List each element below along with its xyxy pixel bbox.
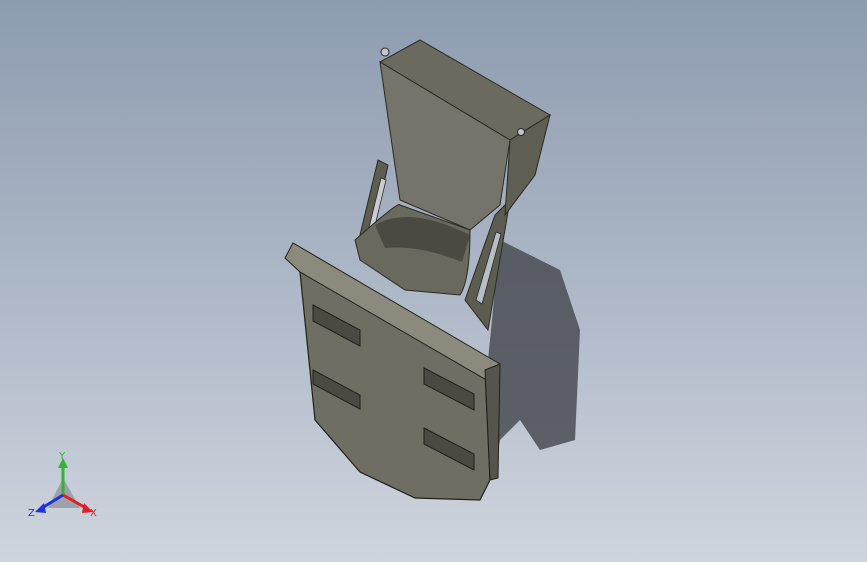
- y-axis-label: Y: [58, 451, 66, 462]
- pivot-hole-right: [517, 128, 525, 136]
- z-axis-label: Z: [28, 508, 35, 519]
- z-axis-arrow: [35, 503, 46, 513]
- x-axis-label: X: [90, 508, 97, 519]
- orientation-triad[interactable]: Y X Z: [28, 451, 97, 519]
- pivot-hole-top: [380, 47, 390, 57]
- 3d-viewport[interactable]: Y X Z: [0, 0, 867, 562]
- model-canvas[interactable]: Y X Z: [0, 0, 867, 562]
